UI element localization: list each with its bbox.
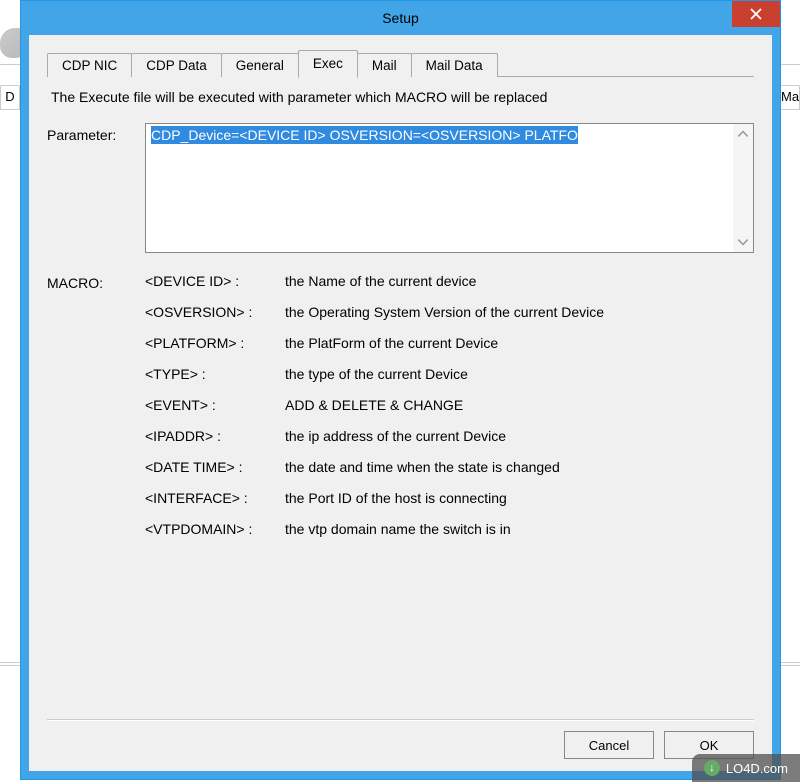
- macro-row: <VTPDOMAIN> : the vtp domain name the sw…: [145, 521, 754, 537]
- macro-key: <TYPE> :: [145, 366, 285, 382]
- tab-mail-data[interactable]: Mail Data: [411, 53, 498, 77]
- tab-exec[interactable]: Exec: [298, 50, 358, 78]
- macro-label: MACRO:: [47, 273, 137, 552]
- macro-key: <EVENT> :: [145, 397, 285, 413]
- parameter-label: Parameter:: [47, 123, 137, 253]
- close-button[interactable]: [732, 1, 780, 27]
- background-tab-left[interactable]: D: [0, 85, 20, 109]
- watermark: LO4D.com: [692, 754, 800, 782]
- macro-section: MACRO: <DEVICE ID> : the Name of the cur…: [47, 273, 754, 552]
- tab-mail[interactable]: Mail: [357, 53, 412, 77]
- setup-dialog: Setup CDP NIC CDP Data General Exec Mail…: [20, 0, 781, 780]
- dialog-title: Setup: [382, 10, 419, 26]
- macro-desc: the date and time when the state is chan…: [285, 459, 754, 475]
- close-icon: [750, 8, 762, 20]
- titlebar: Setup: [21, 1, 780, 35]
- macro-key: <PLATFORM> :: [145, 335, 285, 351]
- macro-desc: the type of the current Device: [285, 366, 754, 382]
- macro-row: <PLATFORM> : the PlatForm of the current…: [145, 335, 754, 351]
- tab-general[interactable]: General: [221, 53, 299, 77]
- parameter-row: Parameter: CDP_Device=<DEVICE ID> OSVERS…: [47, 123, 754, 253]
- macro-row: <DEVICE ID> : the Name of the current de…: [145, 273, 754, 289]
- macro-key: <IPADDR> :: [145, 428, 285, 444]
- macro-desc: the vtp domain name the switch is in: [285, 521, 754, 537]
- macro-desc: the PlatForm of the current Device: [285, 335, 754, 351]
- macro-key: <INTERFACE> :: [145, 490, 285, 506]
- macro-desc: the Name of the current device: [285, 273, 754, 289]
- macro-row: <DATE TIME> : the date and time when the…: [145, 459, 754, 475]
- cancel-button[interactable]: Cancel: [564, 731, 654, 759]
- macro-key: <DATE TIME> :: [145, 459, 285, 475]
- dialog-body: CDP NIC CDP Data General Exec Mail Mail …: [21, 35, 780, 779]
- macro-row: <INTERFACE> : the Port ID of the host is…: [145, 490, 754, 506]
- exec-description: The Execute file will be executed with p…: [51, 89, 754, 105]
- macro-table: <DEVICE ID> : the Name of the current de…: [145, 273, 754, 552]
- parameter-text-content[interactable]: CDP_Device=<DEVICE ID> OSVERSION=<OSVERS…: [146, 124, 733, 252]
- macro-key: <OSVERSION> :: [145, 304, 285, 320]
- download-icon: [704, 760, 720, 776]
- tab-cdp-nic[interactable]: CDP NIC: [47, 53, 132, 77]
- scroll-down-icon[interactable]: [737, 236, 749, 248]
- button-divider: [47, 719, 754, 721]
- scroll-up-icon[interactable]: [737, 128, 749, 140]
- parameter-textarea[interactable]: CDP_Device=<DEVICE ID> OSVERSION=<OSVERS…: [145, 123, 754, 253]
- macro-desc: the ip address of the current Device: [285, 428, 754, 444]
- macro-row: <TYPE> : the type of the current Device: [145, 366, 754, 382]
- macro-desc: the Port ID of the host is connecting: [285, 490, 754, 506]
- macro-desc: ADD & DELETE & CHANGE: [285, 397, 754, 413]
- parameter-selected-text: CDP_Device=<DEVICE ID> OSVERSION=<OSVERS…: [151, 126, 578, 144]
- tab-cdp-data[interactable]: CDP Data: [131, 53, 222, 77]
- watermark-text: LO4D.com: [726, 761, 788, 776]
- macro-row: <OSVERSION> : the Operating System Versi…: [145, 304, 754, 320]
- macro-key: <VTPDOMAIN> :: [145, 521, 285, 537]
- tabstrip: CDP NIC CDP Data General Exec Mail Mail …: [47, 49, 754, 77]
- macro-key: <DEVICE ID> :: [145, 273, 285, 289]
- macro-row: <EVENT> : ADD & DELETE & CHANGE: [145, 397, 754, 413]
- parameter-scrollbar[interactable]: [733, 124, 753, 252]
- macro-desc: the Operating System Version of the curr…: [285, 304, 754, 320]
- macro-row: <IPADDR> : the ip address of the current…: [145, 428, 754, 444]
